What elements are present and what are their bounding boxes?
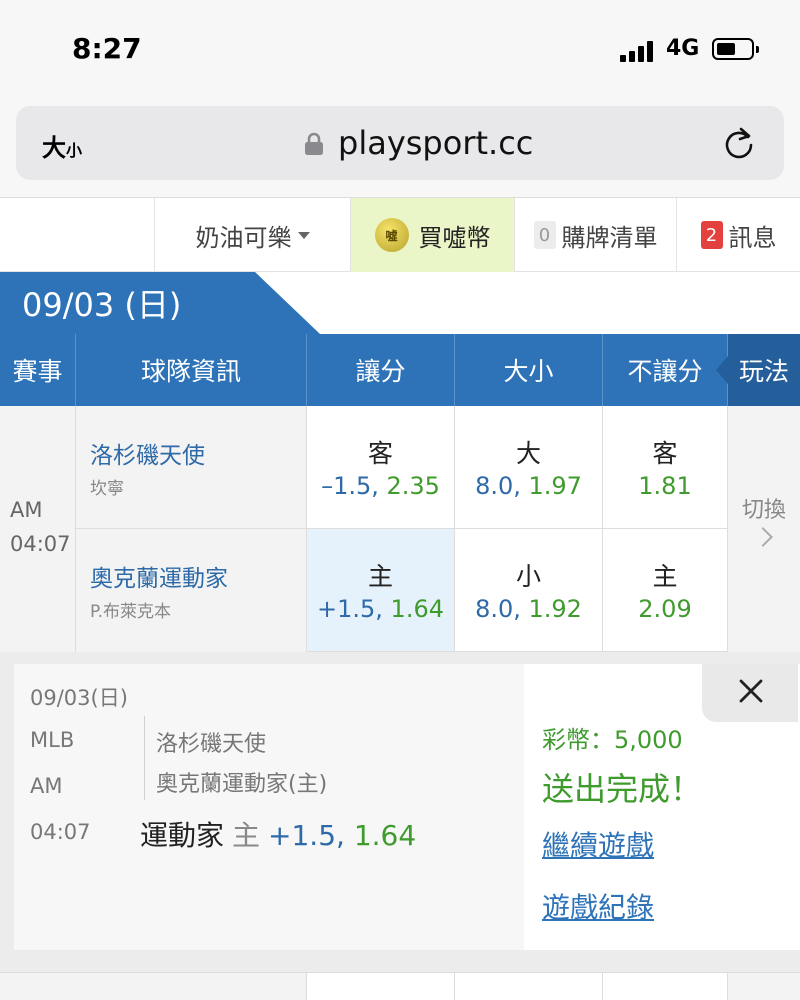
header-total: 大小	[455, 334, 603, 406]
browser-toolbar: 大小 playsport.cc	[0, 100, 800, 198]
pick-price: 1.64	[353, 819, 417, 852]
confirm-league: MLB	[30, 728, 75, 752]
coin-icon: 噓	[374, 218, 409, 252]
buy-coins-button[interactable]: 噓 買噓幣	[350, 198, 514, 272]
home-spread-cell[interactable]: 主 +1.5, 1.64	[307, 529, 455, 652]
next-game-row	[0, 972, 800, 1000]
date-tab-label: 09/03 (日)	[22, 286, 182, 324]
confirm-divider	[144, 716, 145, 800]
confirm-pick: 運動家主 +1.5, 1.64	[140, 814, 416, 854]
status-time: 8:27	[72, 32, 142, 65]
table-header: 賽事 球隊資訊 讓分 大小 不讓分 玩法	[0, 334, 800, 406]
under-odds: 8.0, 1.92	[455, 595, 602, 623]
confirm-home-team: 奧克蘭運動家(主)	[156, 772, 328, 797]
buy-coins-label: 買噓幣	[418, 223, 491, 252]
away-spread-cell[interactable]: 客 –1.5, 2.35	[307, 406, 455, 529]
home-pitcher: P.布萊克本	[90, 602, 172, 622]
text-size-button[interactable]: 大小	[42, 128, 82, 163]
away-pitcher: 坎寧	[90, 479, 124, 499]
next-spread-cell[interactable]	[307, 973, 455, 1000]
game-time: AM 04:07	[0, 406, 76, 652]
home-spread-side: 主	[367, 562, 393, 591]
over-odds: 8.0, 1.97	[455, 472, 602, 500]
messages-button[interactable]: 2 訊息	[676, 198, 800, 272]
switch-label: 切換	[741, 498, 786, 523]
home-team-name[interactable]: 奧克蘭運動家	[90, 559, 228, 593]
home-ml-side: 主	[652, 562, 678, 591]
home-ml-price: 2.09	[638, 595, 692, 623]
pick-side: 主	[232, 819, 261, 852]
away-ml-price: 1.81	[638, 472, 692, 500]
close-button[interactable]	[702, 664, 798, 722]
next-total-cell[interactable]	[455, 973, 603, 1000]
text-size-large: 大	[42, 134, 66, 162]
header-event: 賽事	[0, 334, 76, 406]
home-team-info: 奧克蘭運動家 P.布萊克本	[76, 529, 307, 652]
url-text: playsport.cc	[338, 124, 534, 162]
site-nav: 奶油可樂 噓 買噓幣 0 購牌清單 2 訊息	[0, 198, 800, 272]
coin-balance: 彩幣：5,000	[542, 726, 683, 754]
continue-game-link[interactable]: 繼續遊戲	[542, 824, 654, 864]
messages-label: 訊息	[728, 223, 777, 252]
game-clock: 04:07	[10, 532, 71, 556]
game-row: AM 04:07 洛杉磯天使 坎寧 客 –1.5, 2.35 大 8.0, 1.…	[0, 406, 800, 652]
confirm-date: 09/03(日)	[30, 686, 128, 710]
battery-icon	[712, 38, 759, 60]
over-cell[interactable]: 大 8.0, 1.97	[455, 406, 603, 529]
game-record-link[interactable]: 遊戲紀錄	[542, 886, 654, 926]
over-side: 大	[515, 439, 541, 468]
over-price: 1.97	[528, 472, 582, 500]
under-line: 8.0,	[475, 595, 521, 623]
pick-line: +1.5,	[268, 819, 345, 852]
header-team-info: 球隊資訊	[76, 334, 307, 406]
next-ml-cell[interactable]	[603, 973, 728, 1000]
text-size-small: 小	[66, 141, 83, 160]
away-spread-line: –1.5,	[321, 472, 379, 500]
away-ml-side: 客	[652, 439, 678, 468]
header-moneyline: 不讓分	[603, 334, 728, 406]
status-bar: 8:27 4G	[0, 0, 800, 100]
confirm-time: 04:07	[30, 820, 91, 844]
home-moneyline-cell[interactable]: 主 2.09	[603, 529, 728, 652]
message-count-badge: 2	[700, 221, 723, 249]
lock-icon	[305, 132, 323, 155]
close-icon	[739, 679, 763, 703]
confirm-away-team: 洛杉磯天使	[156, 732, 267, 757]
next-team-cell	[76, 973, 307, 1000]
home-spread-price: 1.64	[390, 595, 444, 623]
address-bar[interactable]: 大小 playsport.cc	[16, 106, 784, 180]
away-spread-side: 客	[367, 439, 393, 468]
chevron-right-icon	[753, 527, 773, 547]
under-side: 小	[515, 562, 541, 591]
cart-label: 購牌清單	[561, 223, 658, 252]
confirmation-panel: 09/03(日) MLB AM 04:07 洛杉磯天使 奧克蘭運動家(主) 運動…	[14, 664, 800, 950]
away-moneyline-cell[interactable]: 客 1.81	[603, 406, 728, 529]
pick-team: 運動家	[140, 819, 225, 852]
caret-down-icon	[297, 231, 310, 239]
date-tab-area: 09/03 (日)	[0, 272, 800, 334]
home-spread-line: +1.5,	[317, 595, 383, 623]
user-menu[interactable]: 奶油可樂	[154, 198, 350, 272]
sent-message: 送出完成！	[542, 770, 703, 808]
away-team-name[interactable]: 洛杉磯天使	[90, 436, 205, 470]
switch-button[interactable]: 切換	[728, 406, 800, 652]
cart-button[interactable]: 0 購牌清單	[514, 198, 676, 272]
away-spread-price: 2.35	[386, 472, 440, 500]
reload-icon[interactable]	[722, 126, 756, 160]
network-type: 4G	[666, 36, 700, 61]
away-spread-odds: –1.5, 2.35	[307, 472, 454, 500]
game-ampm: AM	[10, 498, 43, 522]
user-name: 奶油可樂	[195, 223, 292, 252]
home-spread-odds: +1.5, 1.64	[307, 595, 454, 623]
cart-count-badge: 0	[533, 221, 556, 249]
under-cell[interactable]: 小 8.0, 1.92	[455, 529, 603, 652]
under-price: 1.92	[528, 595, 582, 623]
header-spread: 讓分	[307, 334, 455, 406]
away-team-info: 洛杉磯天使 坎寧	[76, 406, 307, 529]
over-line: 8.0,	[475, 472, 521, 500]
play-mode-button[interactable]: 玩法	[716, 334, 800, 406]
confirm-ampm: AM	[30, 774, 63, 798]
signal-icon	[620, 40, 653, 62]
